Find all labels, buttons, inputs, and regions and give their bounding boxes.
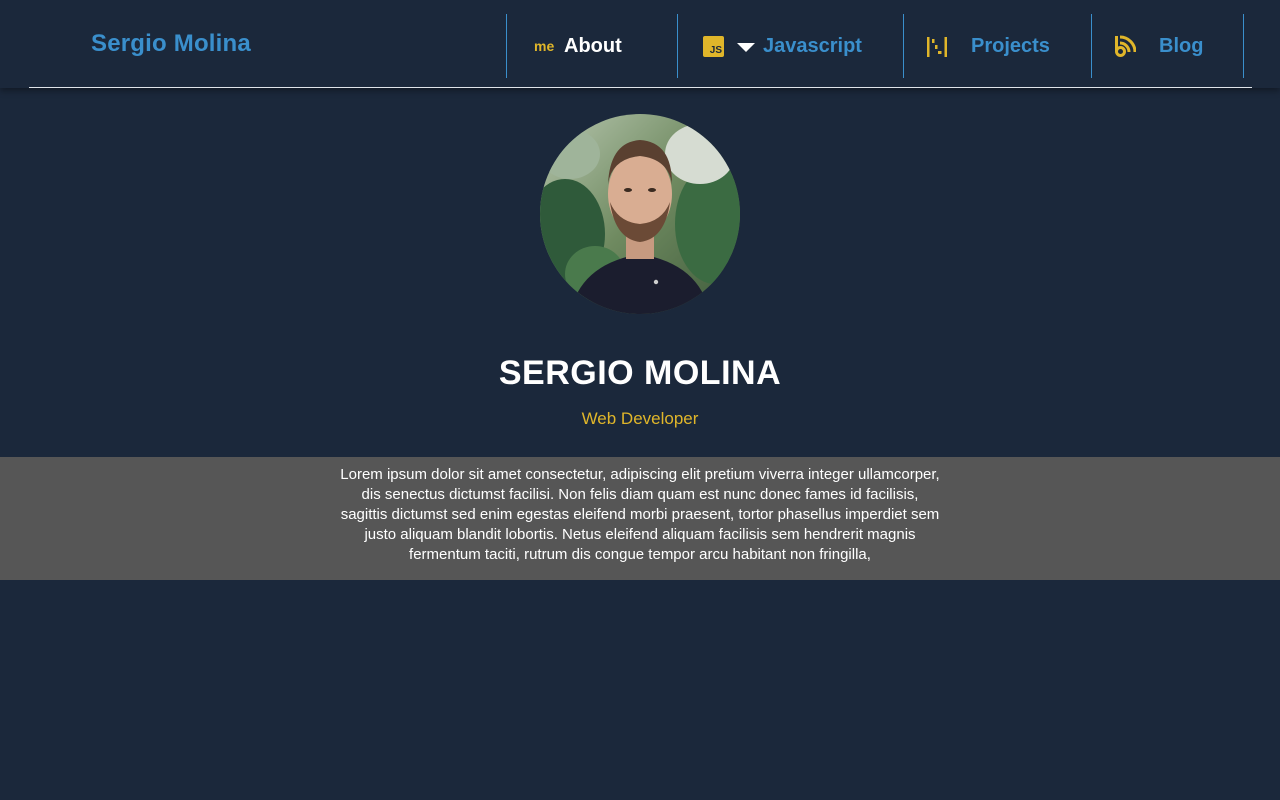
bio-text: Lorem ipsum dolor sit amet consectetur, … [340,466,940,563]
brand-link[interactable]: Sergio Molina [91,30,251,58]
nav-item-javascript[interactable]: JS Javascript [677,14,904,78]
chevron-down-icon[interactable] [737,43,755,52]
nav-label-blog: Blog [1159,35,1204,57]
js-logo-icon: JS [703,36,724,57]
nav-label-javascript: Javascript [763,35,862,57]
me-icon: me [534,38,555,54]
projects-icon [927,37,947,57]
navbar: Sergio Molina me About JS Javascript Pro… [0,0,1280,88]
nav-label-projects: Projects [971,35,1050,57]
nav-divider [29,87,1252,88]
bio-section: Lorem ipsum dolor sit amet consectetur, … [0,457,1280,580]
profile-photo [540,114,740,314]
profile-role: Web Developer [581,409,699,428]
rss-icon [1115,35,1136,57]
nav-item-projects[interactable]: Projects [903,14,1092,78]
nav-label-about: About [564,35,622,57]
profile-name: SERGIO MOLINA [498,354,782,392]
avatar [540,114,740,314]
nav-item-blog[interactable]: Blog [1091,14,1244,78]
nav-item-about[interactable]: me About [506,14,678,78]
